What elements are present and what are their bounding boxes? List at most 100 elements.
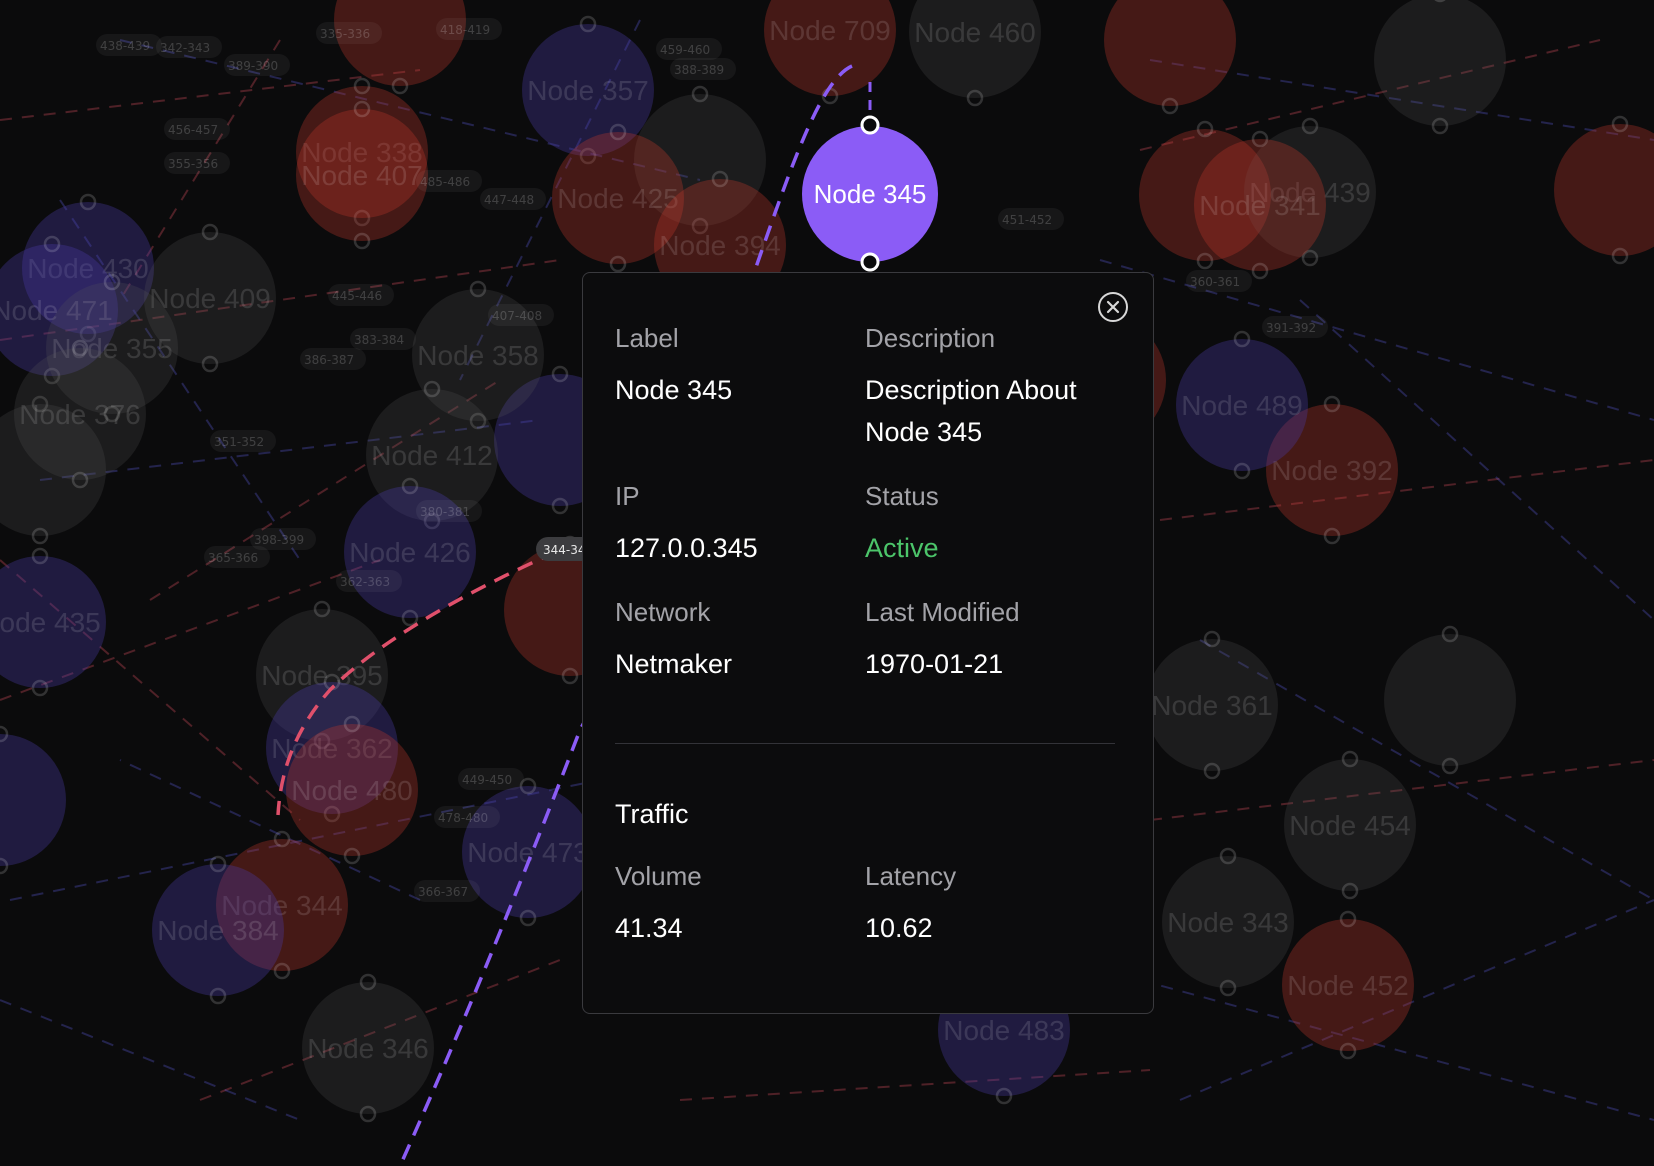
graph-node[interactable]: Node 452 bbox=[1282, 910, 1414, 1060]
selected-node[interactable]: Node 345 bbox=[802, 82, 938, 272]
graph-node-label: Node 341 bbox=[1199, 190, 1320, 221]
edge-tag[interactable]: 360-361 bbox=[1186, 270, 1252, 292]
edge-tag-label: 388-389 bbox=[674, 63, 724, 77]
edge-tag[interactable]: 386-387 bbox=[300, 348, 366, 370]
edge-tag[interactable]: 391-392 bbox=[1262, 316, 1328, 338]
edge-tag[interactable]: 449-450 bbox=[458, 768, 524, 790]
edge-tag-label: 351-352 bbox=[214, 435, 264, 449]
graph-node-circle[interactable] bbox=[1384, 634, 1516, 766]
edge-tag-label: 449-450 bbox=[462, 773, 512, 787]
edge-tag[interactable]: 447-448 bbox=[480, 188, 546, 210]
graph-node-label: Node 709 bbox=[769, 15, 890, 46]
latency-value: 10.62 bbox=[865, 913, 933, 943]
edge-tag[interactable]: 388-389 bbox=[670, 58, 736, 80]
edge-tag[interactable]: 456-457 bbox=[164, 118, 230, 140]
edge-tag[interactable]: 451-452 bbox=[998, 208, 1064, 230]
edge-tag-label: 342-343 bbox=[160, 41, 210, 55]
graph-node-circle[interactable] bbox=[0, 734, 66, 866]
close-button[interactable] bbox=[1097, 291, 1129, 323]
volume-field: Volume 41.34 bbox=[615, 859, 835, 949]
graph-node[interactable] bbox=[334, 0, 466, 95]
graph-node[interactable]: Node 346 bbox=[302, 973, 434, 1123]
graph-node[interactable] bbox=[1104, 0, 1236, 115]
edge-tag[interactable]: 351-352 bbox=[210, 430, 276, 452]
edge-tag-label: 335-336 bbox=[320, 27, 370, 41]
graph-node[interactable]: Node 460 bbox=[909, 0, 1041, 107]
graph-view[interactable]: Node 357Node 338Node 407Node 425Node 430… bbox=[0, 0, 1654, 1166]
selected-node-label: Node 345 bbox=[814, 179, 927, 209]
graph-node-label: Node 392 bbox=[1271, 455, 1392, 486]
network-heading: Network bbox=[615, 597, 711, 627]
edge-tag-label: 391-392 bbox=[1266, 321, 1316, 335]
graph-edge bbox=[0, 999, 301, 1121]
last-modified-value: 1970-01-21 bbox=[865, 649, 1004, 679]
selected-node-bottom-handle[interactable] bbox=[860, 252, 880, 272]
graph-node[interactable] bbox=[1384, 625, 1516, 775]
graph-node-label: Node 357 bbox=[527, 75, 648, 106]
graph-node-circle[interactable] bbox=[1104, 0, 1236, 106]
edge-tag[interactable]: 355-356 bbox=[164, 152, 230, 174]
graph-node-label: Node 376 bbox=[19, 399, 140, 430]
description-value: Description About Node 345 bbox=[865, 375, 1077, 447]
edge-tag[interactable]: 362-363 bbox=[336, 570, 402, 592]
graph-node-label: Node 384 bbox=[157, 915, 278, 946]
graph-node-label: Node 407 bbox=[301, 160, 422, 191]
edge-tag-label: 366-367 bbox=[418, 885, 468, 899]
edge-tag[interactable]: 389-390 bbox=[224, 54, 290, 76]
network-field: Network Netmaker bbox=[615, 595, 835, 685]
edge-tag[interactable]: 478-480 bbox=[434, 806, 500, 828]
ip-value: 127.0.0.345 bbox=[615, 533, 758, 563]
edge-tag-label: 478-480 bbox=[438, 811, 488, 825]
edge-tag-label: 407-408 bbox=[492, 309, 542, 323]
edge-tag[interactable]: 418-419 bbox=[436, 18, 502, 40]
edge-tag[interactable]: 485-486 bbox=[416, 170, 482, 192]
edge-tag-label: 418-419 bbox=[440, 23, 490, 37]
graph-node-circle[interactable] bbox=[909, 0, 1041, 98]
edge-tag-label: 445-446 bbox=[332, 289, 382, 303]
edge-tag[interactable]: 342-343 bbox=[156, 36, 222, 58]
edge-tag-label: 456-457 bbox=[168, 123, 218, 137]
graph-node-label: Node 452 bbox=[1287, 970, 1408, 1001]
edge-tag[interactable]: 366-367 bbox=[414, 880, 480, 902]
edge-tag[interactable]: 407-408 bbox=[488, 304, 554, 326]
edge-tag[interactable]: 445-446 bbox=[328, 284, 394, 306]
edge-tag[interactable]: 383-384 bbox=[350, 328, 416, 350]
graph-edge bbox=[679, 1069, 1151, 1101]
edge-tag-label: 389-390 bbox=[228, 59, 278, 73]
latency-field: Latency 10.62 bbox=[865, 859, 1115, 949]
edge-tag[interactable]: 380-381 bbox=[416, 500, 482, 522]
graph-node-label: Node 480 bbox=[291, 775, 412, 806]
graph-node[interactable]: Node 343 bbox=[1162, 847, 1294, 997]
graph-node[interactable]: Node 454 bbox=[1284, 750, 1416, 900]
graph-node[interactable]: Node 435 bbox=[0, 547, 106, 697]
edge-tag[interactable]: 438-439 bbox=[96, 34, 162, 56]
graph-node-circle[interactable] bbox=[1554, 124, 1654, 256]
status-heading: Status bbox=[865, 481, 939, 511]
edge-tag-label: 451-452 bbox=[1002, 213, 1052, 227]
graph-node-label: Node 394 bbox=[659, 230, 780, 261]
graph-node[interactable]: Node 473 bbox=[462, 777, 594, 927]
graph-node[interactable] bbox=[0, 725, 66, 875]
graph-node-circle[interactable] bbox=[1374, 0, 1506, 126]
traffic-section-title: Traffic bbox=[615, 799, 689, 829]
graph-node-label: Node 425 bbox=[557, 183, 678, 214]
graph-node-label: Node 346 bbox=[307, 1033, 428, 1064]
selected-node-top-handle[interactable] bbox=[860, 115, 880, 135]
edge-tag[interactable]: 459-460 bbox=[656, 38, 722, 60]
edge-tag[interactable]: 335-336 bbox=[316, 22, 382, 44]
edge-tag-label: 438-439 bbox=[100, 39, 150, 53]
divider bbox=[615, 743, 1115, 744]
graph-node[interactable]: Node 361 bbox=[1146, 630, 1278, 780]
edge-tag[interactable]: 365-366 bbox=[204, 546, 270, 568]
volume-value: 41.34 bbox=[615, 913, 683, 943]
edge-tag-label: 355-356 bbox=[168, 157, 218, 171]
description-heading: Description bbox=[865, 323, 996, 353]
graph-node[interactable] bbox=[1554, 115, 1654, 265]
label-field: Label Node 345 bbox=[615, 321, 835, 411]
edge-tag-label: 365-366 bbox=[208, 551, 258, 565]
edge-tag-label: 398-399 bbox=[254, 533, 304, 547]
edge-tag-label: 459-460 bbox=[660, 43, 710, 57]
graph-node-label: Node 454 bbox=[1289, 810, 1410, 841]
graph-node-label: Node 426 bbox=[349, 537, 470, 568]
last-modified-field: Last Modified 1970-01-21 bbox=[865, 595, 1115, 685]
